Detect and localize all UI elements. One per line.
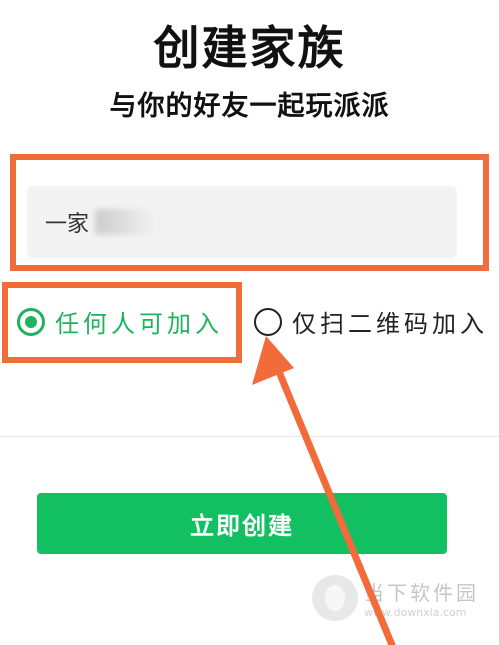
annotation-highlight-input	[10, 154, 489, 271]
watermark-name: 当下软件园	[364, 581, 479, 605]
annotation-highlight-radio	[2, 282, 242, 363]
radio-qr-only-join[interactable]: 仅扫二维码加入	[254, 304, 488, 339]
watermark: 当下软件园 www.downxia.com	[312, 575, 479, 621]
create-now-button[interactable]: 立即创建	[37, 493, 447, 554]
page-title: 创建家族	[153, 21, 346, 75]
watermark-logo-icon	[312, 575, 358, 621]
radio-qr-label: 仅扫二维码加入	[292, 310, 488, 338]
divider	[0, 436, 499, 437]
radio-unselected-icon	[254, 307, 282, 336]
watermark-url: www.downxia.com	[364, 606, 467, 619]
page-subtitle: 与你的好友一起玩派派	[109, 91, 390, 122]
